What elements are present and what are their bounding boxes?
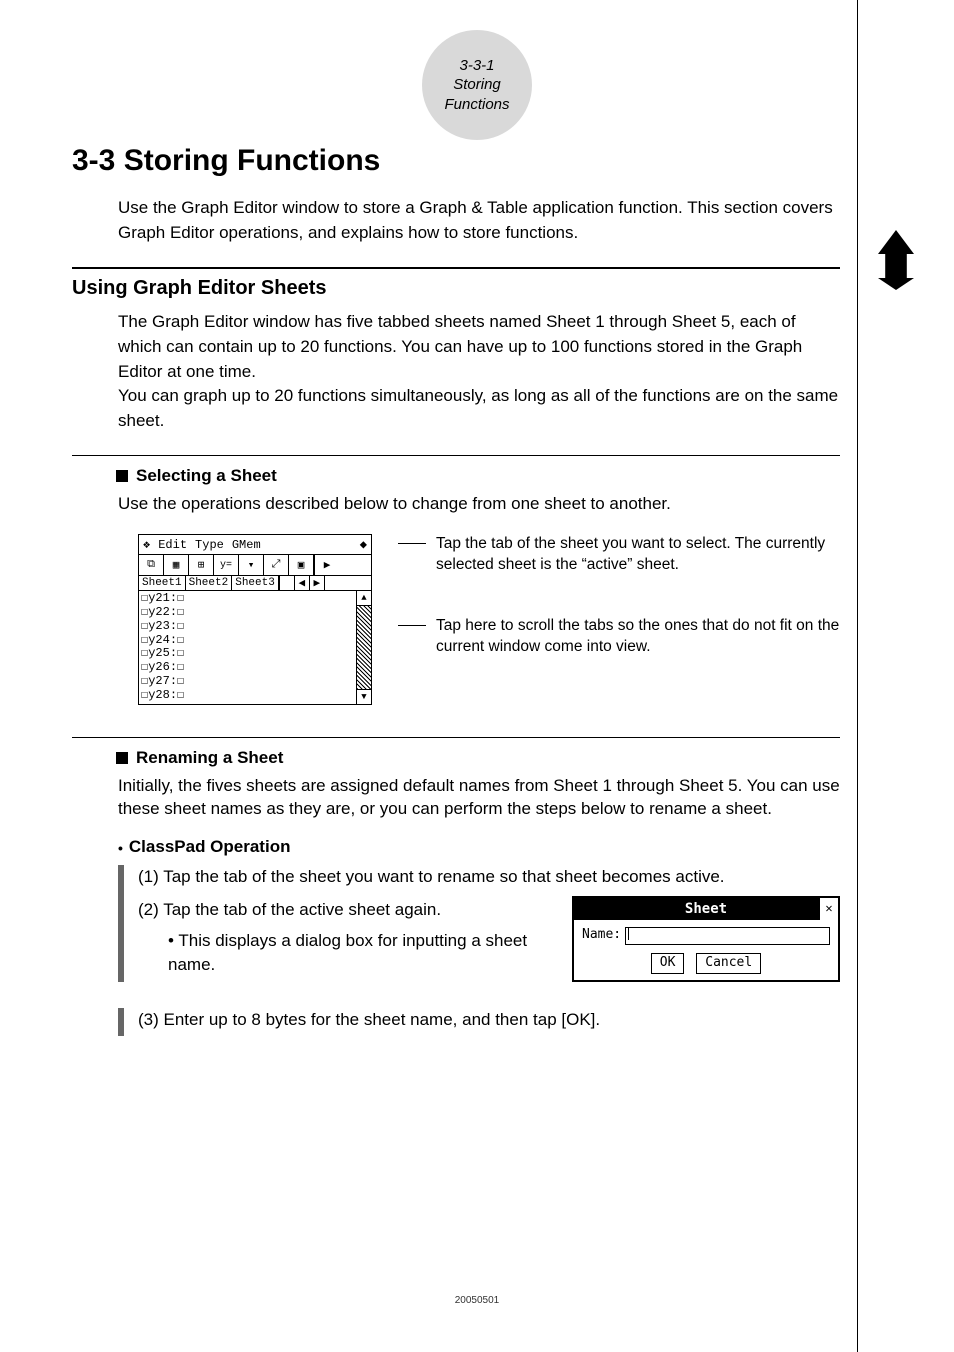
- menu-edit[interactable]: Edit: [158, 538, 187, 552]
- heading-3-selecting-text: Selecting a Sheet: [136, 466, 277, 486]
- steps-block: (1) Tap the tab of the sheet you want to…: [118, 863, 840, 1038]
- function-list: ☐y21:☐ ☐y22:☐ ☐y23:☐ ☐y24:☐ ☐y25:☐ ☐y26:…: [139, 591, 371, 703]
- page-body: 3-3 Storing Functions Use the Graph Edit…: [72, 130, 840, 1038]
- heading-3-selecting: Selecting a Sheet: [116, 466, 840, 486]
- step-2-sub: • This displays a dialog box for inputti…: [168, 929, 560, 978]
- header-section-number: 3-3-1: [459, 56, 494, 76]
- list-item[interactable]: ☐y21:☐: [141, 592, 354, 606]
- name-label: Name:: [582, 926, 621, 945]
- figure-callouts: Tap the tab of the sheet you want to sel…: [416, 534, 840, 698]
- side-marker-icon: [878, 230, 914, 290]
- toolbar-right-icon[interactable]: ▶: [314, 555, 339, 575]
- list-item[interactable]: ☐y23:☐: [141, 620, 354, 634]
- scroll-track[interactable]: [357, 606, 371, 688]
- menu-gmem[interactable]: GMem: [232, 538, 261, 552]
- footer-number: 20050501: [455, 1295, 500, 1306]
- sheets-paragraph: The Graph Editor window has five tabbed …: [118, 310, 840, 433]
- list-item[interactable]: ☐y28:☐: [141, 689, 354, 703]
- classpad-operation-heading: ClassPad Operation: [118, 837, 840, 857]
- heading-3-renaming: Renaming a Sheet: [116, 748, 840, 768]
- callout-active-tab: Tap the tab of the sheet you want to sel…: [416, 534, 840, 576]
- tab-sheet3[interactable]: Sheet3: [232, 576, 279, 590]
- toolbar-grid-icon[interactable]: ⊞: [189, 555, 214, 575]
- list-item[interactable]: ☐y24:☐: [141, 634, 354, 648]
- sheet-dialog-figure: Sheet ✕ Name: OK Canc: [572, 896, 840, 982]
- toolbar-dropdown-icon[interactable]: ▾: [239, 555, 264, 575]
- rule-thick: [72, 267, 840, 269]
- heading-2-sheets: Using Graph Editor Sheets: [72, 277, 840, 300]
- sheet-tabs: Sheet1 Sheet2 Sheet3 ◀ ▶: [139, 576, 371, 591]
- toolbar-yequals-icon[interactable]: y=: [214, 555, 239, 575]
- tab-sheet2[interactable]: Sheet2: [186, 576, 233, 590]
- scroll-down-icon[interactable]: ▼: [357, 689, 371, 704]
- scroll-up-icon[interactable]: ▲: [357, 591, 371, 606]
- close-icon[interactable]: ✕: [819, 898, 838, 920]
- heading-1: 3-3 Storing Functions: [72, 144, 840, 178]
- tab-sheet1[interactable]: Sheet1: [139, 576, 186, 590]
- sheet-dialog: Sheet ✕ Name: OK Canc: [572, 896, 840, 982]
- list-item[interactable]: ☐y22:☐: [141, 606, 354, 620]
- cancel-button[interactable]: Cancel: [696, 953, 761, 974]
- tab-scroll-right[interactable]: ▶: [310, 576, 325, 590]
- function-rows: ☐y21:☐ ☐y22:☐ ☐y23:☐ ☐y24:☐ ☐y25:☐ ☐y26:…: [139, 591, 356, 703]
- graph-editor-menu: ❖ Edit Type GMem ◆: [139, 535, 371, 555]
- name-input[interactable]: [625, 927, 830, 945]
- rule-thin-1: [72, 455, 840, 456]
- toolbar-table-icon[interactable]: ▦: [164, 555, 189, 575]
- header-circle: 3-3-1 Storing Functions: [422, 30, 532, 140]
- step-side-bar: [118, 865, 124, 982]
- dialog-title-text: Sheet: [685, 901, 727, 917]
- tab-scroll-left[interactable]: ◀: [295, 576, 310, 590]
- toolbar-zoom-icon[interactable]: ⤢: [264, 555, 289, 575]
- graph-editor-toolbar: ⧉ ▦ ⊞ y= ▾ ⤢ ▣ ▶: [139, 555, 371, 576]
- list-item[interactable]: ☐y25:☐: [141, 647, 354, 661]
- rule-thin-2: [72, 737, 840, 738]
- toolbar-graph-icon[interactable]: ⧉: [139, 555, 164, 575]
- menu-icon[interactable]: ❖: [143, 537, 150, 552]
- renaming-paragraph: Initially, the fives sheets are assigned…: [118, 774, 840, 822]
- header-section-title: Storing Functions: [422, 75, 532, 114]
- step-1: (1) Tap the tab of the sheet you want to…: [138, 865, 840, 890]
- figure-row: ❖ Edit Type GMem ◆ ⧉ ▦ ⊞ y= ▾ ⤢ ▣ ▶: [118, 534, 840, 704]
- intro-text: Use the Graph Editor window to store a G…: [118, 196, 840, 245]
- step-3: (3) Enter up to 8 bytes for the sheet na…: [138, 1008, 840, 1033]
- step-side-bar: [118, 1008, 124, 1037]
- square-bullet-icon: [116, 752, 128, 764]
- step-2: (2) Tap the tab of the active sheet agai…: [138, 898, 560, 923]
- list-item[interactable]: ☐y26:☐: [141, 661, 354, 675]
- tab-scroll-divider: [279, 576, 295, 590]
- toolbar-window-icon[interactable]: ▣: [289, 555, 314, 575]
- graph-editor-figure: ❖ Edit Type GMem ◆ ⧉ ▦ ⊞ y= ▾ ⤢ ▣ ▶: [138, 534, 398, 704]
- scrollbar[interactable]: ▲ ▼: [356, 591, 371, 703]
- square-bullet-icon: [116, 470, 128, 482]
- heading-3-renaming-text: Renaming a Sheet: [136, 748, 283, 768]
- graph-editor-window: ❖ Edit Type GMem ◆ ⧉ ▦ ⊞ y= ▾ ⤢ ▣ ▶: [138, 534, 372, 704]
- menu-more-icon[interactable]: ◆: [360, 537, 367, 552]
- dialog-title-bar: Sheet ✕: [574, 898, 838, 920]
- ok-button[interactable]: OK: [651, 953, 685, 974]
- menu-type[interactable]: Type: [195, 538, 224, 552]
- page-divider: [857, 0, 858, 1352]
- list-item[interactable]: ☐y27:☐: [141, 675, 354, 689]
- selecting-paragraph: Use the operations described below to ch…: [118, 492, 840, 516]
- callout-scroll-tabs: Tap here to scroll the tabs so the ones …: [416, 616, 840, 658]
